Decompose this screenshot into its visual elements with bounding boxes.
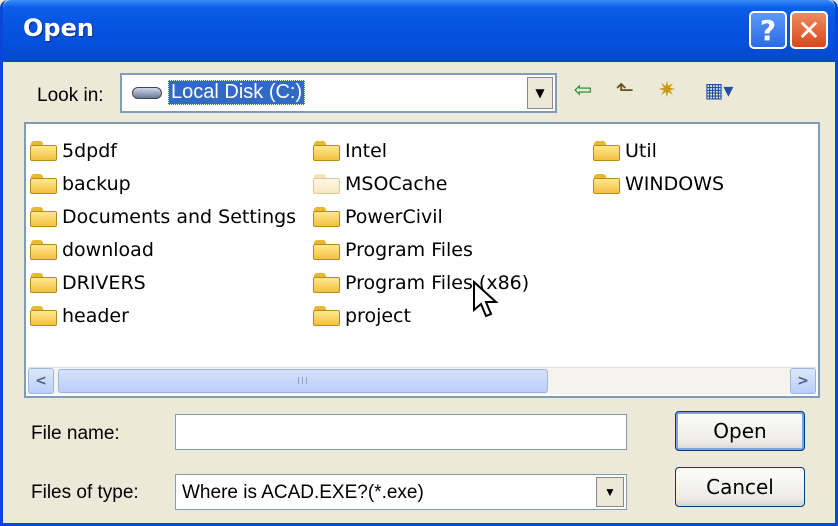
title-bar[interactable]: Open ? ✕ [3,0,835,62]
file-name: Intel [345,140,388,162]
chevron-down-icon[interactable]: ▼ [527,77,553,109]
list-item[interactable]: download [30,235,154,265]
folder-icon [593,174,621,194]
file-name: backup [62,173,131,195]
file-name: download [62,239,154,261]
filename-input[interactable] [175,414,627,450]
chevron-down-icon[interactable]: ▼ [596,477,624,507]
filetype-value: Where is ACAD.EXE?(*.exe) [182,482,424,503]
lookin-dropdown[interactable]: Local Disk (C:) ▼ [120,73,557,113]
folder-icon [313,273,341,293]
list-item[interactable]: WINDOWS [593,169,724,199]
list-item[interactable]: 5dpdf [30,136,117,166]
list-item[interactable]: Util [593,136,657,166]
folder-icon [313,306,341,326]
close-button[interactable]: ✕ [790,11,828,49]
list-item[interactable]: project [313,301,411,331]
file-name: Documents and Settings [62,206,297,228]
dialog-title: Open [23,14,94,42]
file-name: header [62,305,129,327]
folder-icon [30,207,58,227]
folder-icon [313,141,341,161]
file-name: 5dpdf [62,140,117,162]
up-folder-icon[interactable]: ⬑ [611,76,639,104]
file-name: WINDOWS [625,173,725,195]
lookin-label: Look in: [37,85,104,106]
mouse-cursor-icon [473,280,499,318]
file-name: Program Files [345,239,473,261]
folder-icon [593,141,621,161]
list-item[interactable]: Documents and Settings [30,202,296,232]
scrollbar-thumb[interactable]: III [58,369,548,393]
list-item[interactable]: DRIVERS [30,268,146,298]
help-button[interactable]: ? [749,11,787,49]
filetype-dropdown[interactable]: Where is ACAD.EXE?(*.exe) ▼ [175,474,627,510]
folder-icon [30,174,58,194]
file-name: project [345,305,411,327]
new-folder-icon[interactable]: ✷ [653,76,681,104]
list-item[interactable]: backup [30,169,131,199]
lookin-value: Local Disk (C:) [168,80,306,105]
hidden-folder-icon [313,174,341,194]
list-item[interactable]: MSOCache [313,169,448,199]
back-icon[interactable]: ⇦ [569,76,597,104]
shared-folder-icon [30,240,58,260]
scroll-left-button[interactable]: < [28,368,54,394]
folder-icon [30,141,58,161]
list-item[interactable]: PowerCivil [313,202,443,232]
folder-icon [313,207,341,227]
filename-label: File name: [31,423,120,444]
file-name: DRIVERS [62,272,146,294]
folder-icon [30,273,58,293]
open-button[interactable]: Open [675,411,805,451]
cancel-button[interactable]: Cancel [675,467,805,507]
folder-icon [313,240,341,260]
file-list[interactable]: 5dpdf backup Documents and Settings down… [24,122,820,398]
folder-icon [30,306,58,326]
filetype-label: Files of type: [31,482,139,503]
horizontal-scrollbar[interactable]: < III > [28,367,816,394]
local-disk-icon [132,87,162,99]
scroll-right-button[interactable]: > [790,368,816,394]
file-name: MSOCache [345,173,448,195]
open-dialog: Open ? ✕ Look in: Local Disk (C:) ▼ ⇦ ⬑ … [0,0,838,526]
file-name: Util [625,140,657,162]
list-item[interactable]: header [30,301,129,331]
views-menu-icon[interactable]: ▦▾ [697,76,741,104]
list-item[interactable]: Intel [313,136,387,166]
list-item[interactable]: Program Files [313,235,473,265]
file-name: PowerCivil [345,206,443,228]
